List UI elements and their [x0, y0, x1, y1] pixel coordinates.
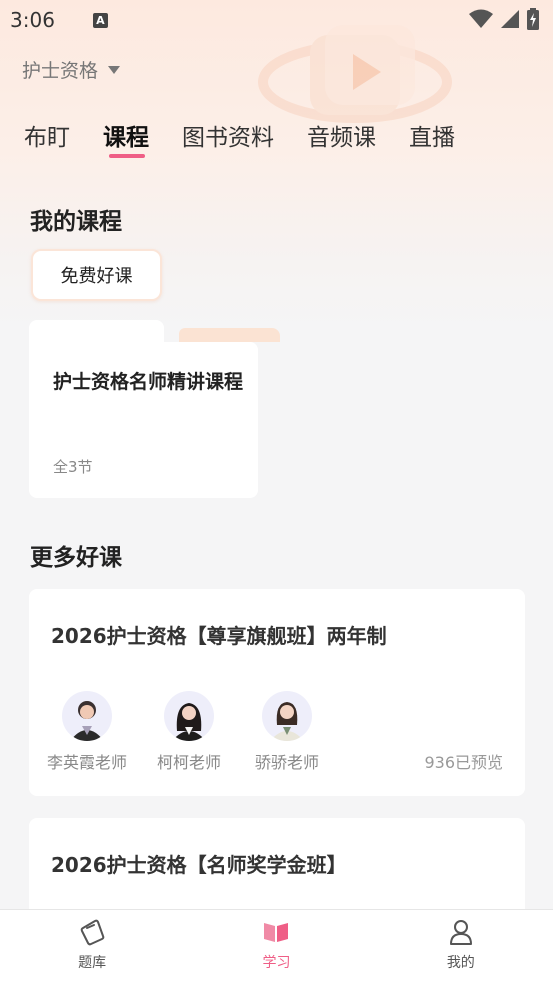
course-card[interactable]: 2026护士资格【尊享旗舰班】两年制 李英霞老师 柯柯老师 骄骄老师 936已预…	[29, 589, 525, 796]
more-courses-title: 更多好课	[30, 545, 122, 571]
tab-live[interactable]: 直播	[409, 118, 455, 158]
my-courses-title: 我的课程	[30, 209, 122, 235]
nav-label: 题库	[78, 955, 107, 971]
tab-label: 图书资料	[182, 125, 274, 151]
status-bar: 3:06 A	[0, 0, 553, 40]
tab-label: 直播	[409, 125, 455, 151]
teacher-item: 骄骄老师	[255, 691, 319, 773]
preview-count: 936已预览	[424, 753, 503, 772]
top-tabs: 布盯 课程 图书资料 音频课 直播	[24, 118, 488, 158]
nav-study[interactable]: 学习	[184, 910, 368, 984]
course-title: 2026护士资格【尊享旗舰班】两年制	[51, 624, 387, 648]
tab-books[interactable]: 图书资料	[182, 118, 274, 158]
teacher-avatar	[62, 691, 112, 741]
course-folder-card[interactable]: 护士资格名师精讲课程 全3节	[29, 320, 280, 498]
nav-profile[interactable]: 我的	[369, 910, 553, 984]
tab-label: 布盯	[24, 125, 70, 151]
nav-label: 我的	[446, 955, 475, 971]
teacher-name: 柯柯老师	[157, 753, 222, 772]
cert-selector[interactable]: 护士资格	[22, 56, 121, 83]
nav-question-bank[interactable]: 题库	[0, 910, 184, 984]
profile-icon	[449, 920, 472, 945]
tab-audio[interactable]: 音频课	[307, 118, 376, 158]
folder-title: 护士资格名师精讲课程	[53, 371, 244, 393]
status-icons	[469, 8, 539, 30]
folder-lesson-count: 全3节	[53, 458, 93, 476]
folder-tab-decoration	[179, 328, 280, 342]
active-tab-indicator	[109, 154, 145, 158]
tab-label: 音频课	[307, 125, 376, 151]
teacher-avatar	[164, 691, 214, 741]
bottom-nav: 题库 学习 我的	[0, 909, 553, 984]
tab-label: 课程	[103, 125, 149, 151]
teacher-item: 柯柯老师	[157, 691, 221, 773]
wifi-icon	[469, 9, 493, 28]
signal-icon	[501, 10, 519, 28]
teacher-name: 骄骄老师	[255, 753, 320, 772]
nav-label: 学习	[262, 955, 291, 971]
study-book-icon	[264, 923, 289, 942]
free-courses-chip[interactable]: 免费好课	[31, 249, 162, 301]
tab-courses[interactable]: 课程	[103, 118, 149, 158]
teacher-name: 李英霞老师	[47, 753, 128, 772]
status-time: 3:06	[10, 8, 55, 32]
tab-budong[interactable]: 布盯	[24, 118, 70, 158]
question-bank-icon	[80, 919, 105, 946]
caret-down-icon	[108, 65, 121, 74]
notification-a-icon: A	[92, 12, 108, 28]
battery-icon	[527, 8, 539, 30]
teacher-item: 李英霞老师	[47, 691, 127, 773]
cert-selector-label: 护士资格	[22, 60, 99, 82]
teacher-avatar	[262, 691, 312, 741]
course-title: 2026护士资格【名师奖学金班】	[51, 853, 347, 877]
